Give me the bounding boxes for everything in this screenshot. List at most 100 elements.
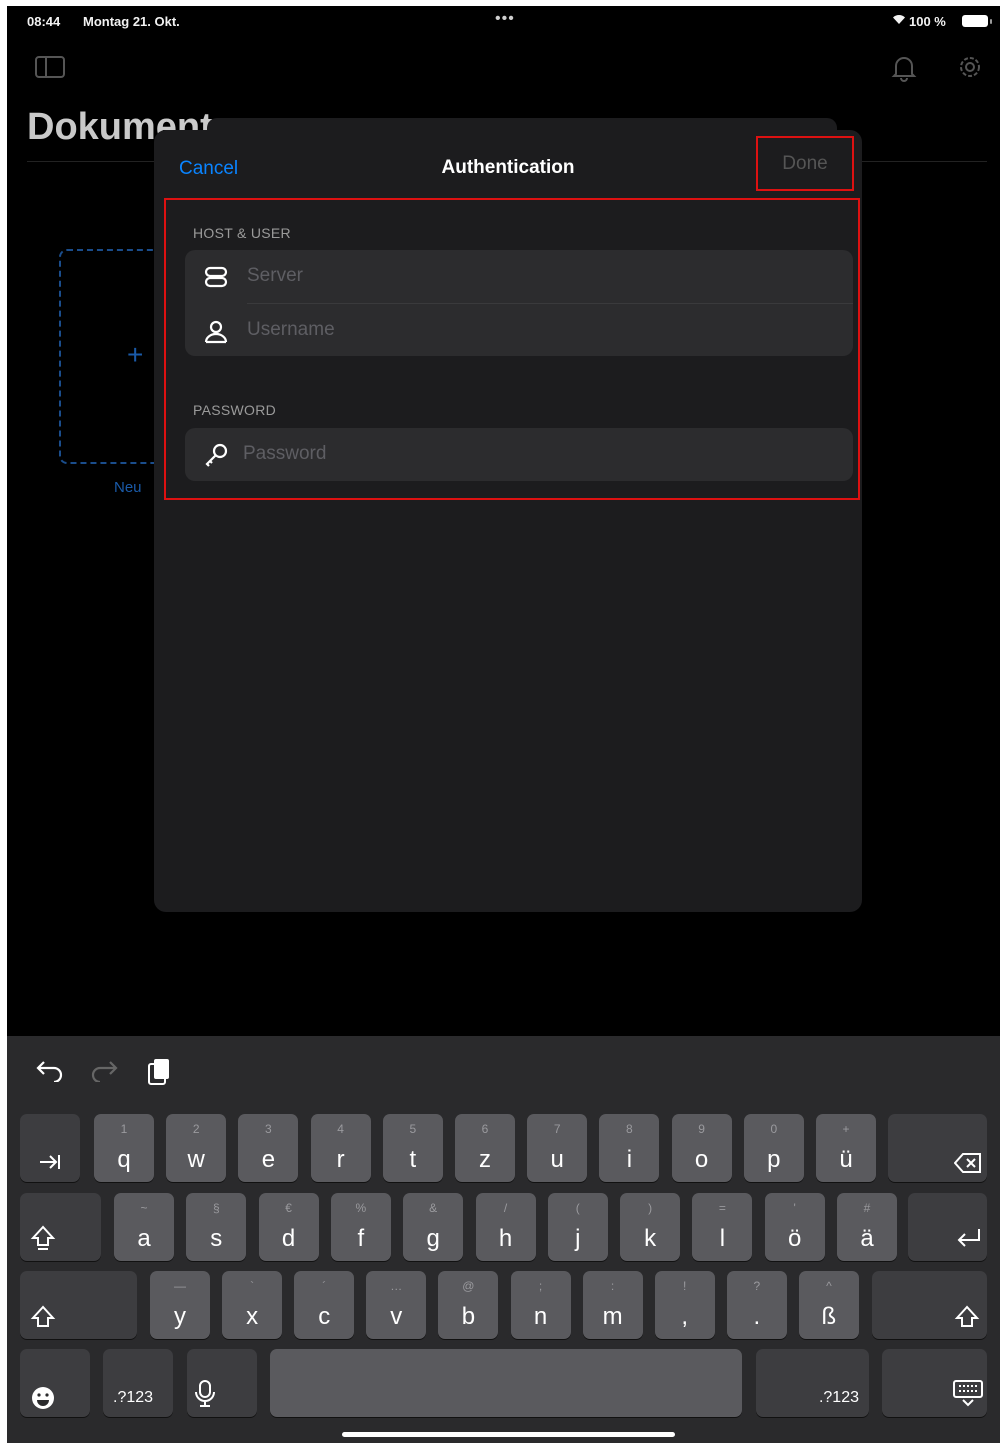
key-label: u bbox=[550, 1146, 564, 1173]
space-key[interactable] bbox=[270, 1349, 742, 1417]
key-label: t bbox=[409, 1146, 417, 1173]
key-1[interactable]: ~ a bbox=[114, 1193, 174, 1261]
key-label: l bbox=[719, 1225, 726, 1252]
backspace-key[interactable] bbox=[888, 1114, 987, 1182]
multitasking-dots-icon[interactable]: ••• bbox=[495, 10, 515, 28]
key-9[interactable]: ?. bbox=[726, 1271, 787, 1339]
status-date: Montag 21. Okt. bbox=[83, 14, 180, 29]
key-label: z bbox=[479, 1146, 491, 1173]
key-secondary-label: — bbox=[174, 1279, 186, 1293]
key-2[interactable]: 2w bbox=[166, 1114, 227, 1182]
form-highlight: HOST & USER Server Username PASSWORD Pas… bbox=[164, 198, 860, 500]
key-label: ß bbox=[821, 1303, 837, 1330]
return-key[interactable] bbox=[908, 1193, 987, 1261]
username-input[interactable]: Username bbox=[247, 319, 335, 341]
key-7[interactable]: 7u bbox=[527, 1114, 588, 1182]
key-secondary-label: 9 bbox=[698, 1122, 705, 1136]
key-10[interactable]: 0p bbox=[743, 1114, 804, 1182]
key-10[interactable]: ^ ß bbox=[798, 1271, 859, 1339]
key-3[interactable]: ´ c bbox=[294, 1271, 355, 1339]
key-label: f bbox=[357, 1225, 365, 1252]
password-row[interactable]: Password bbox=[185, 428, 853, 481]
shift-key-right[interactable] bbox=[872, 1271, 987, 1339]
key-6[interactable]: ; n bbox=[510, 1271, 571, 1339]
key-4[interactable]: … v bbox=[366, 1271, 427, 1339]
key-7[interactable]: :m bbox=[582, 1271, 643, 1339]
done-button[interactable]: Done bbox=[756, 136, 854, 191]
key-5[interactable]: & g bbox=[403, 1193, 464, 1261]
emoji-key[interactable] bbox=[20, 1349, 90, 1417]
key-label: p bbox=[767, 1146, 781, 1173]
server-icon bbox=[203, 264, 229, 290]
redo-icon[interactable] bbox=[89, 1056, 119, 1087]
key-label: q bbox=[117, 1146, 131, 1173]
status-bar: 08:44 Montag 21. Okt. ••• 100 % bbox=[7, 6, 1000, 36]
key-secondary-label: 2 bbox=[192, 1122, 200, 1136]
wifi-icon bbox=[892, 13, 906, 28]
username-row[interactable]: Username bbox=[185, 304, 853, 357]
key-secondary-label: = bbox=[718, 1201, 726, 1215]
undo-icon[interactable] bbox=[35, 1056, 65, 1087]
numbers-key-label: .?123 bbox=[818, 1389, 859, 1406]
key-label: g bbox=[426, 1225, 440, 1252]
key-2[interactable]: § s bbox=[186, 1193, 247, 1261]
key-11[interactable]: # ä bbox=[837, 1193, 897, 1261]
key-secondary-label: ! bbox=[683, 1279, 687, 1293]
tab-key[interactable] bbox=[20, 1114, 80, 1182]
shift-key-left[interactable] bbox=[20, 1271, 137, 1339]
key-label: r bbox=[336, 1146, 345, 1173]
key-label: j bbox=[575, 1225, 581, 1252]
password-input[interactable]: Password bbox=[243, 443, 326, 465]
key-label: . bbox=[753, 1303, 761, 1330]
key-secondary-label: 4 bbox=[337, 1122, 344, 1136]
key-secondary-label: … bbox=[390, 1279, 403, 1293]
key-secondary-label: 3 bbox=[265, 1122, 272, 1136]
key-label: ä bbox=[860, 1225, 874, 1252]
key-label: c bbox=[318, 1303, 331, 1330]
key-7[interactable]: (j bbox=[547, 1193, 608, 1261]
key-8[interactable]: !, bbox=[654, 1271, 715, 1339]
key-5[interactable]: 5t bbox=[382, 1114, 443, 1182]
server-row[interactable]: Server bbox=[185, 250, 853, 304]
bell-icon[interactable] bbox=[891, 54, 917, 87]
key-6[interactable]: / h bbox=[475, 1193, 536, 1261]
numbers-key-right[interactable]: .?123 bbox=[756, 1349, 869, 1417]
hide-keyboard-key[interactable] bbox=[882, 1349, 987, 1417]
key-label: i bbox=[626, 1146, 633, 1173]
key-8[interactable]: 8i bbox=[599, 1114, 660, 1182]
key-9[interactable]: = l bbox=[692, 1193, 753, 1261]
key-4[interactable]: % f bbox=[330, 1193, 391, 1261]
key-11[interactable]: + ü bbox=[816, 1114, 876, 1182]
battery-percent: 100 % bbox=[909, 14, 946, 29]
key-1[interactable]: 1q bbox=[94, 1114, 154, 1182]
key-9[interactable]: 9o bbox=[671, 1114, 732, 1182]
key-10[interactable]: ' ö bbox=[764, 1193, 825, 1261]
sidebar-toggle-icon[interactable] bbox=[35, 56, 65, 78]
key-3[interactable]: € d bbox=[258, 1193, 319, 1261]
key-3[interactable]: 3e bbox=[238, 1114, 299, 1182]
key-8[interactable]: ) k bbox=[620, 1193, 681, 1261]
key-secondary-label: ^ bbox=[826, 1279, 832, 1293]
server-input[interactable]: Server bbox=[247, 265, 303, 287]
key-5[interactable]: @ b bbox=[438, 1271, 499, 1339]
plus-icon: + bbox=[127, 339, 144, 370]
key-4[interactable]: 4r bbox=[310, 1114, 371, 1182]
numbers-key-left[interactable]: .?123 bbox=[103, 1349, 173, 1417]
key-1[interactable]: — y bbox=[150, 1271, 210, 1339]
key-label: s bbox=[210, 1225, 223, 1252]
key-label: ö bbox=[788, 1225, 802, 1252]
gear-icon[interactable] bbox=[957, 54, 983, 85]
home-indicator[interactable] bbox=[342, 1432, 675, 1437]
section-header-password: PASSWORD bbox=[193, 402, 277, 418]
key-label: d bbox=[281, 1225, 296, 1252]
caps-lock-key[interactable] bbox=[20, 1193, 101, 1261]
done-label: Done bbox=[782, 152, 828, 174]
key-label: m bbox=[602, 1303, 623, 1330]
paste-icon[interactable] bbox=[145, 1056, 173, 1093]
key-secondary-label: # bbox=[863, 1201, 871, 1215]
person-icon bbox=[203, 318, 229, 344]
key-6[interactable]: 6z bbox=[455, 1114, 515, 1182]
key-secondary-label: 6 bbox=[481, 1122, 489, 1136]
dictation-key[interactable] bbox=[187, 1349, 257, 1417]
key-2[interactable]: ` x bbox=[222, 1271, 283, 1339]
